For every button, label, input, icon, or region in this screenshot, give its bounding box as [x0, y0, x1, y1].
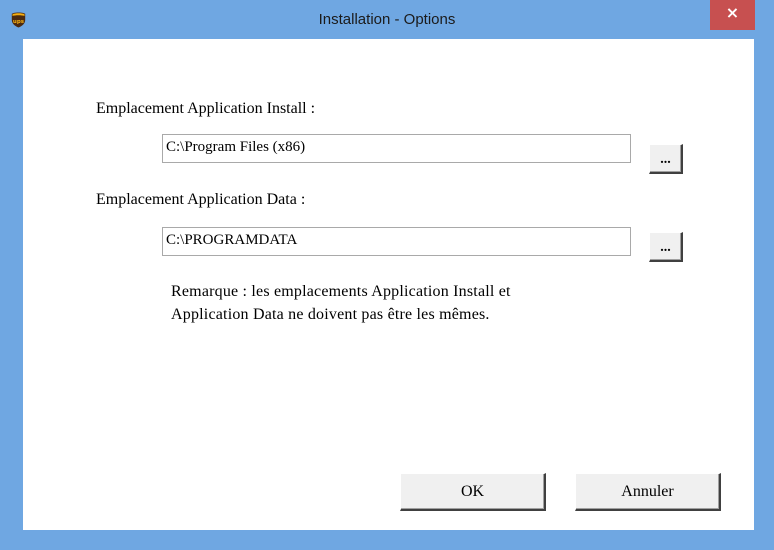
title-bar[interactable]: ups Installation - Options × [0, 0, 774, 40]
window-title: Installation - Options [318, 11, 456, 28]
remark-text: Remarque : les emplacements Application … [171, 280, 511, 326]
dialog-window: ups Installation - Options × Emplacement… [0, 0, 774, 550]
data-browse-button[interactable]: ... [649, 232, 683, 262]
remark-line-2: Application Data ne doivent pas être les… [171, 306, 490, 323]
install-path-field[interactable]: C:\Program Files (x86) [162, 134, 631, 163]
data-path-field[interactable]: C:\PROGRAMDATA [162, 227, 631, 256]
cancel-button[interactable]: Annuler [575, 473, 721, 511]
dialog-body: Emplacement Application Install : C:\Pro… [23, 39, 754, 530]
remark-line-1: Remarque : les emplacements Application … [171, 283, 511, 300]
install-browse-button[interactable]: ... [649, 144, 683, 174]
close-button[interactable]: × [710, 0, 755, 30]
ok-button[interactable]: OK [400, 473, 546, 511]
install-location-label: Emplacement Application Install : [96, 100, 316, 117]
data-location-label: Emplacement Application Data : [96, 191, 306, 208]
